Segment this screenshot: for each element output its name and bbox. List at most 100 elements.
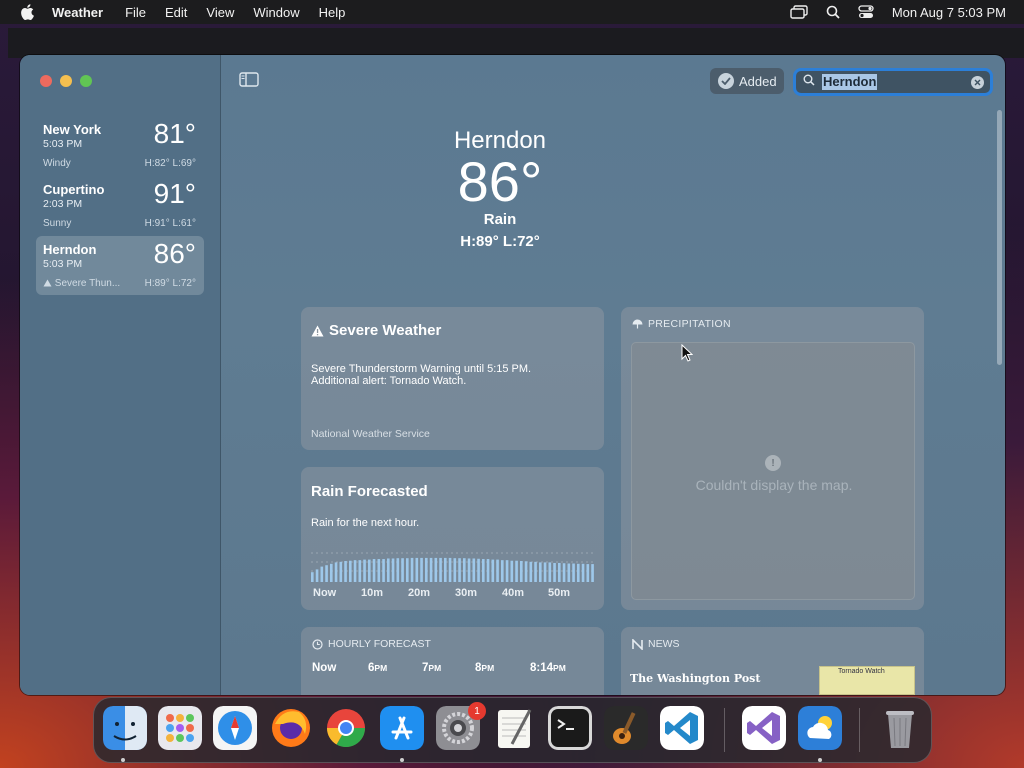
- sidebar-item-cupertino[interactable]: Cupertino 2:03 PM 91° Sunny H:91° L:61°: [36, 176, 204, 235]
- current-temp: 86°: [457, 150, 543, 213]
- city-hilo: H:89° L:72°: [144, 278, 196, 289]
- chrome-icon[interactable]: [324, 706, 368, 750]
- city-condition: Sunny: [43, 218, 72, 229]
- sidebar-item-herndon[interactable]: Herndon 5:03 PM 86° Severe Thun... H:89°…: [36, 236, 204, 295]
- spotlight-search-icon[interactable]: [826, 5, 840, 19]
- sidebar-item-new-york[interactable]: New York 5:03 PM 81° Windy H:82° L:69°: [36, 116, 204, 175]
- warning-icon: [43, 279, 52, 287]
- news-header-text: NEWS: [648, 638, 680, 650]
- launchpad-icon[interactable]: [158, 706, 202, 750]
- menu-clock[interactable]: Mon Aug 7 5:03 PM: [892, 5, 1006, 20]
- rain-forecast-title: Rain Forecasted: [311, 483, 428, 500]
- current-hilo: H:89° L:72°: [460, 233, 540, 250]
- background-window: [8, 28, 1024, 58]
- running-indicator: [400, 758, 404, 762]
- rain-bar: [353, 560, 357, 582]
- news-header: NEWS: [632, 638, 680, 650]
- rain-bar: [477, 558, 480, 582]
- severe-weather-card[interactable]: Severe Weather Severe Thunderstorm Warni…: [301, 307, 604, 450]
- rain-tick: 20m: [408, 587, 431, 599]
- safari-icon[interactable]: [213, 706, 257, 750]
- rain-bar: [320, 566, 324, 582]
- news-card[interactable]: NEWS The Washington Post Tornado Watch: [621, 627, 924, 695]
- hourly-forecast-card[interactable]: HOURLY FORECAST Now 6PM 7PM 8PM 8:14PM: [301, 627, 604, 695]
- rain-bar: [472, 558, 476, 582]
- firefox-icon[interactable]: [269, 706, 313, 750]
- menu-app-name[interactable]: Weather: [52, 5, 103, 20]
- umbrella-icon: [632, 319, 643, 328]
- visual-studio-code-icon[interactable]: [660, 706, 704, 750]
- precipitation-card[interactable]: PRECIPITATION ! Couldn't display the map…: [621, 307, 924, 610]
- current-condition: Rain: [483, 211, 517, 228]
- menu-view[interactable]: View: [206, 5, 234, 20]
- close-window-button[interactable]: [40, 75, 52, 87]
- rain-bar: [363, 559, 366, 582]
- menu-file[interactable]: File: [125, 5, 146, 20]
- news-thumbnail[interactable]: Tornado Watch: [819, 666, 915, 695]
- rain-bar: [391, 558, 395, 582]
- rain-intensity-chart: [311, 552, 596, 582]
- textedit-icon[interactable]: [492, 706, 536, 750]
- rain-bar: [467, 558, 471, 582]
- city-temp: 91°: [153, 178, 196, 209]
- rain-bar: [548, 562, 552, 582]
- rain-bar: [429, 557, 433, 582]
- rain-forecast-card[interactable]: Rain Forecasted Rain for the next hour. …: [301, 467, 604, 610]
- rain-bar: [501, 560, 504, 582]
- hour-label: 8:14PM: [530, 662, 566, 674]
- rain-tick: 30m: [455, 587, 478, 599]
- search-value[interactable]: Herndon: [822, 74, 878, 90]
- rain-bar: [558, 562, 561, 582]
- rain-bar: [539, 562, 542, 582]
- city-condition: Windy: [43, 158, 71, 169]
- rain-bar: [591, 564, 594, 582]
- apple-menu-icon[interactable]: [20, 4, 36, 20]
- zoom-window-button[interactable]: [80, 75, 92, 87]
- rain-bar: [344, 561, 347, 582]
- rain-bar: [368, 559, 371, 582]
- rain-bar: [529, 561, 533, 582]
- app-store-icon[interactable]: [380, 706, 424, 750]
- rain-bar: [315, 569, 319, 582]
- severe-weather-title-text: Severe Weather: [329, 322, 442, 339]
- finder-icon[interactable]: [103, 706, 147, 750]
- hour-label: Now: [312, 662, 337, 674]
- garageband-icon[interactable]: [604, 706, 648, 750]
- menu-window[interactable]: Window: [253, 5, 299, 20]
- dock: [93, 697, 932, 763]
- rain-bar: [339, 561, 343, 582]
- scrollbar[interactable]: [997, 110, 1002, 365]
- rain-bar: [524, 561, 528, 582]
- rain-bar: [415, 557, 419, 582]
- rain-bar: [448, 557, 452, 582]
- menu-edit[interactable]: Edit: [165, 5, 187, 20]
- clear-search-icon[interactable]: [971, 76, 984, 89]
- visual-studio-icon[interactable]: [742, 706, 786, 750]
- rain-bar: [330, 563, 333, 582]
- city-temp: 86°: [153, 238, 196, 269]
- rain-bar: [505, 560, 509, 582]
- city-time: 2:03 PM: [43, 198, 83, 210]
- rain-bar: [325, 565, 328, 582]
- running-indicator: [121, 758, 125, 762]
- minimize-window-button[interactable]: [60, 75, 72, 87]
- sidebar-toggle-icon[interactable]: [239, 72, 259, 88]
- rain-bar: [372, 559, 376, 582]
- city-hilo: H:82° L:69°: [144, 158, 196, 169]
- severe-weather-source: National Weather Service: [311, 428, 430, 440]
- terminal-icon[interactable]: [548, 706, 592, 750]
- dock-separator: [859, 708, 860, 752]
- added-button[interactable]: Added: [710, 68, 784, 94]
- weather-app-icon[interactable]: [798, 706, 842, 750]
- screen-mirroring-icon[interactable]: [790, 5, 808, 19]
- rain-bar: [358, 560, 362, 582]
- menu-help[interactable]: Help: [319, 5, 346, 20]
- precipitation-map[interactable]: ! Couldn't display the map.: [631, 342, 915, 600]
- added-label: Added: [739, 73, 777, 89]
- city-name: Herndon: [43, 242, 97, 257]
- control-center-icon[interactable]: [858, 5, 874, 19]
- map-error-message: Couldn't display the map.: [695, 477, 853, 493]
- search-input[interactable]: Herndon: [793, 68, 993, 96]
- trash-icon[interactable]: [878, 706, 922, 750]
- severe-weather-title: Severe Weather: [311, 322, 441, 339]
